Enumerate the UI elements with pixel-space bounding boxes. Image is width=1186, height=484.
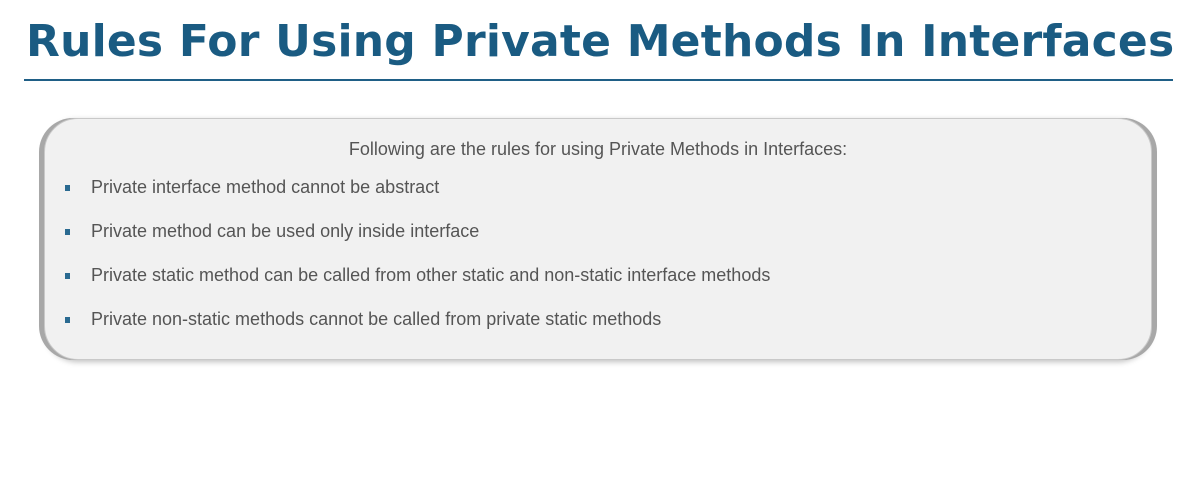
rule-text: Private static method can be called from… bbox=[91, 265, 771, 285]
title-divider bbox=[24, 79, 1173, 81]
intro-text: Following are the rules for using Privat… bbox=[348, 139, 848, 159]
square-bullet-icon bbox=[65, 229, 70, 235]
slide-title: Rules For Using Private Methods In Inter… bbox=[26, 16, 1175, 67]
rule-text: Private interface method cannot be abstr… bbox=[91, 177, 440, 197]
square-bullet-icon bbox=[65, 273, 70, 279]
rule-text: Private method can be used only inside i… bbox=[91, 221, 480, 241]
square-bullet-icon bbox=[65, 185, 70, 191]
rule-text: Private non-static methods cannot be cal… bbox=[91, 309, 662, 329]
square-bullet-icon bbox=[65, 317, 70, 323]
rules-content-box: Following are the rules for using Privat… bbox=[44, 118, 1152, 360]
